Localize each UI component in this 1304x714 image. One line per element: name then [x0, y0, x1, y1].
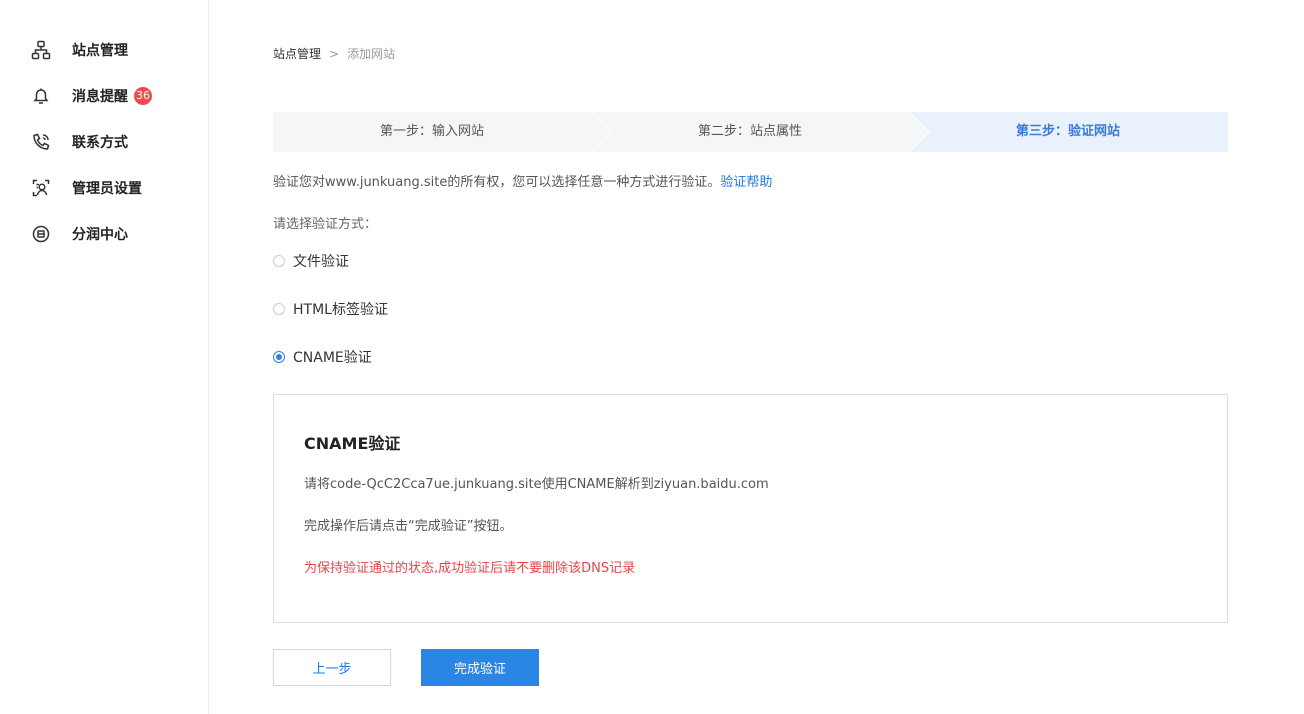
- bell-icon: [30, 85, 52, 107]
- step-3-active: 第三步：验证网站: [1015, 124, 1120, 139]
- method-label: 文件验证: [293, 254, 349, 270]
- sitemap-icon: [30, 39, 52, 61]
- dns-warning: 为保持验证通过的状态,成功验证后请不要删除该DNS记录: [304, 561, 636, 576]
- verification-description: 验证您对www.junkuang.site的所有权，您可以选择任意一种方式进行验…: [273, 171, 772, 190]
- cname-instructions-panel: CNAME验证 请将code-QcC2Cca7ue.junkuang.site使…: [273, 394, 1228, 623]
- notification-count-badge: 36: [134, 87, 152, 105]
- phone-icon: [30, 131, 52, 153]
- breadcrumb: 站点管理 > 添加网站: [273, 45, 395, 62]
- radio-button[interactable]: [273, 303, 285, 315]
- method-prompt: 请选择验证方式：: [273, 217, 378, 232]
- sidebar: 站点管理 消息提醒 36 联系方式 管理员设置 分润中心: [0, 0, 209, 714]
- sidebar-item-contact[interactable]: 联系方式: [30, 130, 128, 154]
- breadcrumb-current: 添加网站: [347, 47, 396, 61]
- radio-button[interactable]: [273, 255, 285, 267]
- breadcrumb-parent-link[interactable]: 站点管理: [273, 45, 321, 62]
- after-action-note: 完成操作后请点击“完成验证”按钮。: [304, 519, 513, 534]
- sidebar-item-profit-center[interactable]: 分润中心: [30, 222, 128, 246]
- step-2: 第二步：站点属性: [697, 124, 802, 139]
- admin-user-icon: [30, 177, 52, 199]
- sidebar-item-label: 分润中心: [72, 227, 128, 243]
- method-option-file[interactable]: 文件验证: [273, 251, 349, 271]
- method-label: CNAME验证: [293, 350, 372, 366]
- chevron-right-icon: >: [329, 46, 340, 61]
- sidebar-item-notifications[interactable]: 消息提醒 36: [30, 84, 152, 108]
- sidebar-item-label: 站点管理: [72, 43, 128, 59]
- sidebar-item-label: 消息提醒: [72, 89, 128, 105]
- profit-share-icon: [30, 223, 52, 245]
- sidebar-item-label: 管理员设置: [72, 181, 142, 197]
- verification-help-link[interactable]: 验证帮助: [720, 175, 772, 190]
- previous-step-button[interactable]: 上一步: [273, 649, 391, 686]
- method-option-html-tag[interactable]: HTML标签验证: [273, 299, 388, 319]
- main-content: 站点管理 > 添加网站 第一步：输入网站 第二步：站点属性 第三步：验证网站 验…: [273, 0, 1229, 714]
- method-option-cname[interactable]: CNAME验证: [273, 347, 372, 367]
- sidebar-item-label: 联系方式: [72, 135, 128, 151]
- step-indicator: 第一步：输入网站 第二步：站点属性 第三步：验证网站: [273, 112, 1228, 152]
- sidebar-item-admin-settings[interactable]: 管理员设置: [30, 176, 142, 200]
- panel-title: CNAME验证: [304, 434, 401, 453]
- radio-button-checked[interactable]: [273, 351, 285, 363]
- sidebar-item-site-management[interactable]: 站点管理: [30, 38, 128, 62]
- method-label: HTML标签验证: [293, 302, 388, 318]
- description-text: 验证您对www.junkuang.site的所有权，您可以选择任意一种方式进行验…: [273, 175, 721, 190]
- complete-verification-button[interactable]: 完成验证: [421, 649, 539, 686]
- step-1: 第一步：输入网站: [379, 124, 484, 139]
- cname-instruction: 请将code-QcC2Cca7ue.junkuang.site使用CNAME解析…: [304, 477, 769, 492]
